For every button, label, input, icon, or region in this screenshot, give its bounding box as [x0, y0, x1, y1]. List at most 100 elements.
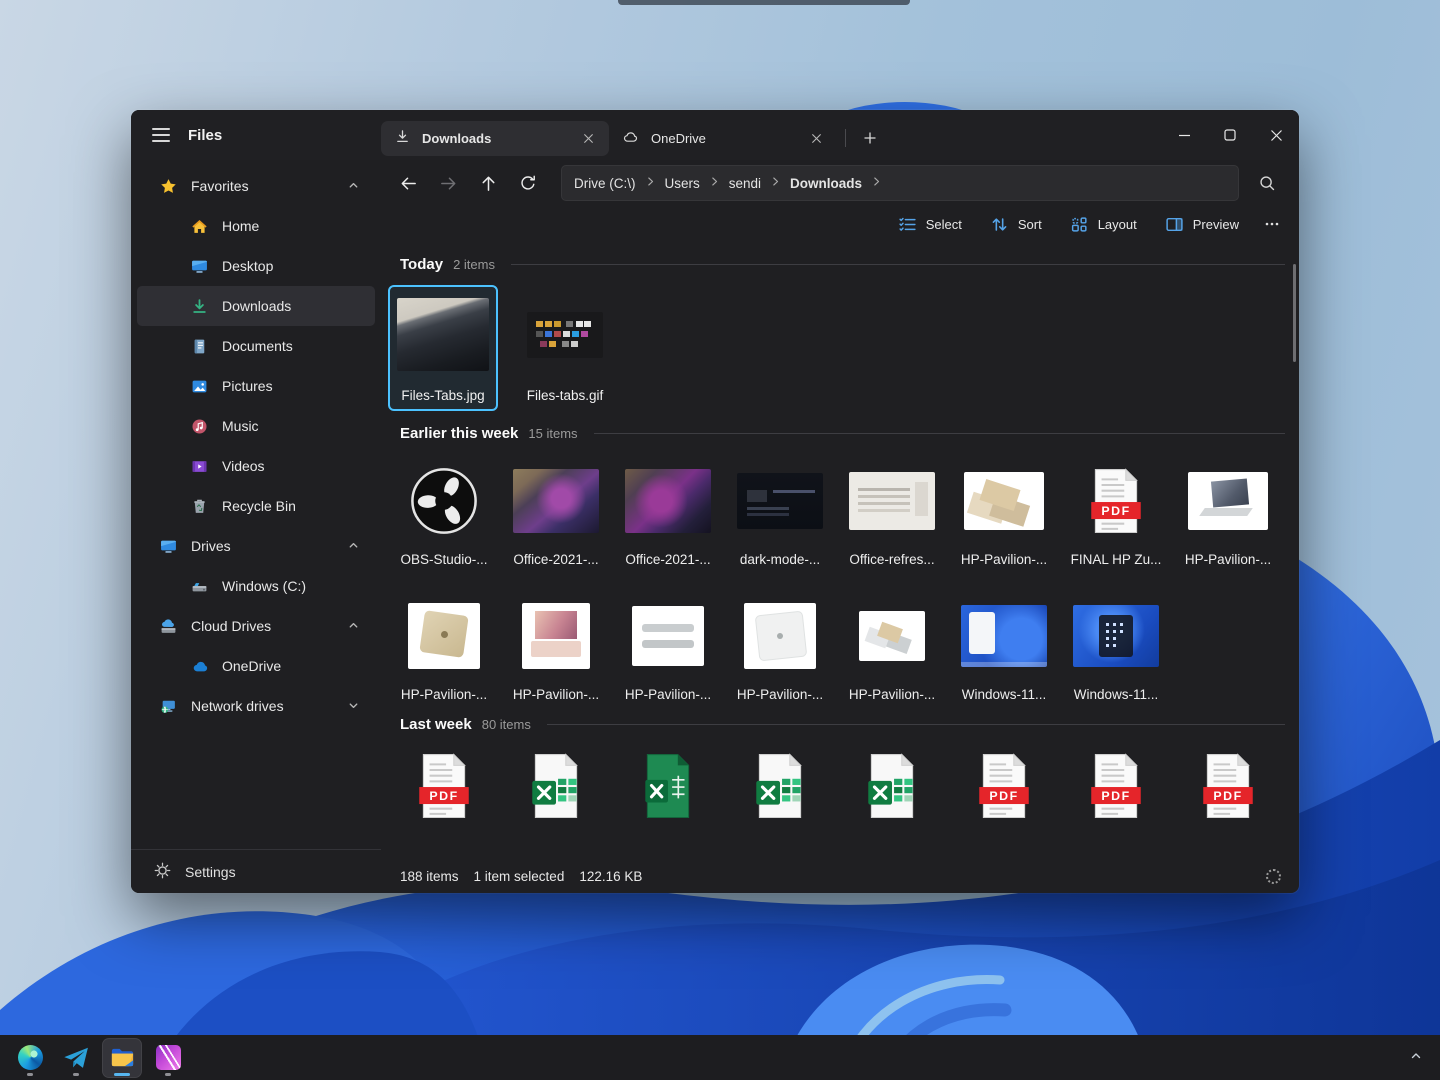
tab-divider	[845, 129, 846, 147]
sidebar-section-favorites[interactable]: Favorites	[137, 166, 375, 206]
file-item[interactable]: Office-refres...	[836, 462, 948, 567]
group-divider	[594, 433, 1285, 434]
sidebar-item-label: Windows (C:)	[222, 578, 361, 594]
up-button[interactable]	[471, 167, 505, 199]
back-button[interactable]	[391, 167, 425, 199]
tab-downloads[interactable]: Downloads	[381, 121, 609, 156]
sidebar-item-home[interactable]: Home	[137, 206, 375, 246]
file-item[interactable]: HP-Pavilion-...	[948, 462, 1060, 567]
sidebar-item-windows-c[interactable]: Windows (C:)	[137, 566, 375, 606]
taskbar-app-telegram[interactable]	[56, 1038, 96, 1078]
group-title: Last week	[400, 716, 472, 733]
close-tab-icon[interactable]	[577, 127, 599, 149]
sidebar-item-pictures[interactable]: Pictures	[137, 366, 375, 406]
titlebar: Files DownloadsOneDrive	[131, 110, 1299, 160]
breadcrumb-segment[interactable]: Drive (C:\)	[574, 176, 636, 191]
sidebar-item-documents[interactable]: Documents	[137, 326, 375, 366]
taskbar-app-edge[interactable]	[10, 1038, 50, 1078]
close-tab-icon[interactable]	[805, 127, 827, 149]
layout-button[interactable]: Layout	[1058, 209, 1149, 240]
sidebar-item-desktop[interactable]: Desktop	[137, 246, 375, 286]
sidebar-section-network-drives[interactable]: Network drives	[137, 686, 375, 726]
file-item[interactable]: PDF	[948, 751, 1060, 821]
file-item[interactable]: dark-mode-...	[724, 462, 836, 567]
cloud-drive-icon	[160, 618, 177, 635]
forward-button[interactable]	[431, 167, 465, 199]
running-indicator	[114, 1073, 130, 1076]
preview-button[interactable]: Preview	[1153, 209, 1251, 240]
toolbar-label: Preview	[1193, 217, 1239, 232]
file-item[interactable]	[500, 751, 612, 821]
file-item[interactable]: Files-Tabs.jpg	[388, 285, 498, 411]
more-options-button[interactable]	[1255, 209, 1289, 239]
file-item[interactable]: Office-2021-...	[500, 462, 612, 567]
sidebar-item-recycle-bin[interactable]: Recycle Bin	[137, 486, 375, 526]
sidebar-item-videos[interactable]: Videos	[137, 446, 375, 486]
address-breadcrumb[interactable]: Drive (C:\) Users sendi Downloads	[561, 165, 1239, 201]
file-item[interactable]: PDF	[1060, 751, 1172, 821]
download-icon	[395, 129, 410, 147]
file-item[interactable]: Office-2021-...	[612, 462, 724, 567]
chevron-down-icon[interactable]	[347, 699, 361, 713]
file-item[interactable]: PDFFINAL HP Zu...	[1060, 462, 1172, 567]
minimize-button[interactable]	[1161, 110, 1207, 160]
file-item[interactable]: HP-Pavilion-...	[724, 597, 836, 702]
file-item[interactable]: PDF	[388, 751, 500, 821]
taskbar-app-affinity-photo[interactable]	[148, 1038, 188, 1078]
group-count: 15 items	[528, 426, 577, 441]
select-button[interactable]: Select	[886, 209, 974, 240]
breadcrumb-chevron-icon	[645, 176, 656, 190]
chevron-up-icon[interactable]	[347, 179, 361, 193]
drives-icon	[160, 538, 177, 555]
file-item[interactable]	[724, 751, 836, 821]
sidebar-section-cloud-drives[interactable]: Cloud Drives	[137, 606, 375, 646]
tab-label: OneDrive	[651, 131, 793, 146]
file-item[interactable]: Windows-11...	[948, 597, 1060, 702]
chevron-up-icon[interactable]	[347, 619, 361, 633]
group-header-earlier-this-week: Earlier this week15 items	[388, 425, 1285, 442]
file-item[interactable]: HP-Pavilion-...	[388, 597, 500, 702]
preview-icon	[1165, 215, 1184, 234]
file-name: HP-Pavilion-...	[849, 687, 935, 702]
file-item[interactable]: HP-Pavilion-...	[612, 597, 724, 702]
sidebar-item-settings[interactable]: Settings	[131, 849, 381, 893]
file-item[interactable]: Files-tabs.gif	[510, 285, 620, 411]
sidebar-item-downloads[interactable]: Downloads	[137, 286, 375, 326]
close-button[interactable]	[1253, 110, 1299, 160]
new-tab-button[interactable]	[854, 122, 886, 154]
sidebar-section-drives[interactable]: Drives	[137, 526, 375, 566]
file-item[interactable]: HP-Pavilion-...	[1172, 462, 1284, 567]
file-item[interactable]: Windows-11...	[1060, 597, 1172, 702]
sort-icon	[990, 215, 1009, 234]
today-tiles: Files-Tabs.jpgFiles-tabs.gif	[388, 285, 1285, 411]
breadcrumb-segment[interactable]: Users	[665, 176, 700, 191]
file-item[interactable]: OBS-Studio-...	[388, 462, 500, 567]
taskbar-app-files[interactable]	[102, 1038, 142, 1078]
file-item[interactable]: PDF	[1172, 751, 1284, 821]
menu-icon[interactable]	[152, 128, 170, 142]
file-item[interactable]	[836, 751, 948, 821]
refresh-button[interactable]	[511, 167, 545, 199]
sidebar-item-music[interactable]: Music	[137, 406, 375, 446]
file-item[interactable]	[612, 751, 724, 821]
sidebar-section-label: Network drives	[191, 698, 333, 714]
view-toolbar: SelectSortLayout Preview	[381, 206, 1299, 242]
maximize-button[interactable]	[1207, 110, 1253, 160]
photo-hp-side-thumbnail	[632, 597, 704, 675]
sidebar-item-onedrive[interactable]: OneDrive	[137, 646, 375, 686]
search-icon[interactable]	[1249, 167, 1285, 199]
tab-onedrive[interactable]: OneDrive	[609, 121, 837, 156]
sidebar-item-label: Desktop	[222, 258, 361, 274]
sidebar-item-label: Pictures	[222, 378, 361, 394]
file-item[interactable]: HP-Pavilion-...	[500, 597, 612, 702]
scrollbar[interactable]	[1293, 264, 1296, 362]
sort-button[interactable]: Sort	[978, 209, 1054, 240]
breadcrumb-chevron-icon	[871, 176, 882, 190]
breadcrumb-segment[interactable]: sendi	[729, 176, 761, 191]
breadcrumb-segment[interactable]: Downloads	[790, 176, 862, 191]
tray-chevron-icon[interactable]	[1410, 1049, 1430, 1067]
chevron-up-icon[interactable]	[347, 539, 361, 553]
sidebar-section-label: Drives	[191, 538, 333, 554]
file-item[interactable]: HP-Pavilion-...	[836, 597, 948, 702]
download-icon	[191, 298, 208, 315]
